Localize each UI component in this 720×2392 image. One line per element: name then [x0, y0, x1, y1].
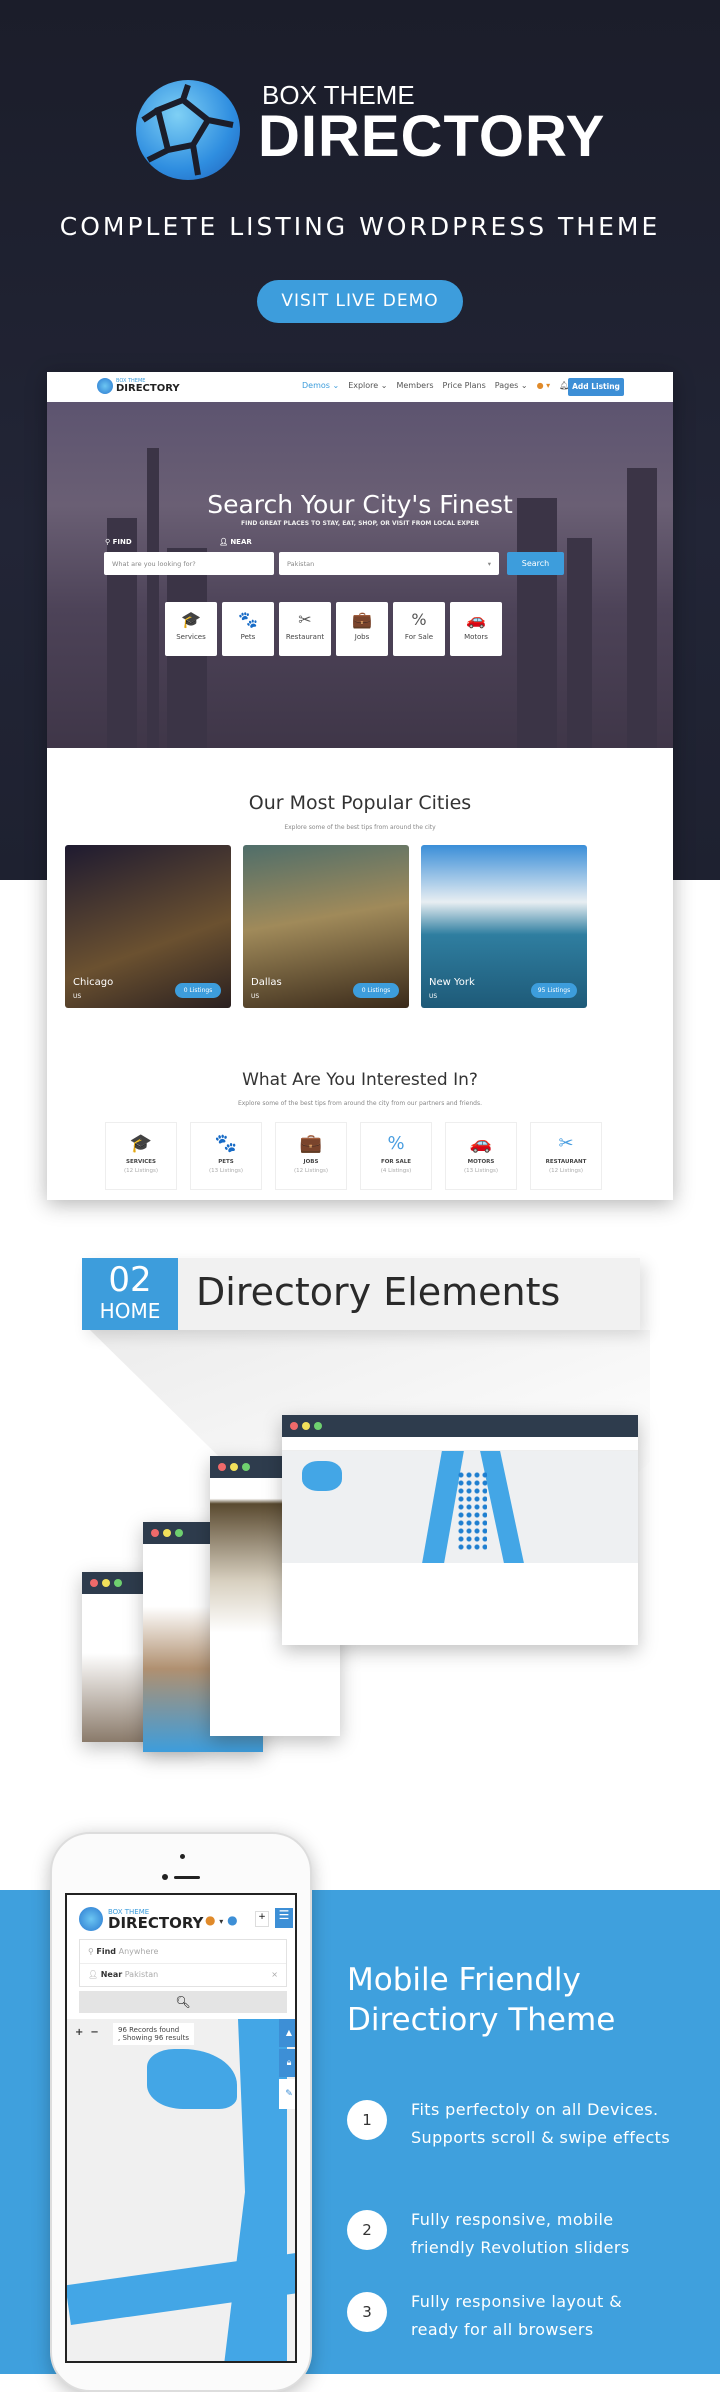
nav-pages[interactable]: Pages ⌄ — [495, 381, 528, 390]
visit-live-demo-button[interactable]: VISIT LIVE DEMO — [257, 280, 463, 323]
category-motors[interactable]: 🚗 Motors — [450, 602, 502, 656]
logo-globe-icon — [136, 80, 240, 180]
avatar[interactable]: ● ▾ — [537, 381, 551, 390]
hero-city-image: Search Your City's Finest FIND GREAT PLA… — [47, 402, 673, 748]
hero-title: Search Your City's Finest — [207, 490, 513, 519]
draw-icon[interactable]: ✎ — [279, 2079, 295, 2109]
car-icon: 🚗 — [466, 610, 486, 629]
interest-services[interactable]: 🎓 SERVICES (12 Listings) — [105, 1122, 177, 1190]
interest-for-sale[interactable]: % FOR SALE (4 Listings) — [360, 1122, 432, 1190]
nav-price-plans[interactable]: Price Plans — [443, 381, 486, 390]
city-card-dallas[interactable]: Dallas US 0 Listings — [243, 845, 409, 1008]
category-for-sale[interactable]: % For Sale — [393, 602, 445, 656]
city-name: New York — [429, 977, 475, 988]
avatar[interactable]: ● ▾ ● — [205, 1913, 238, 1927]
find-input[interactable]: What are you looking for? — [104, 552, 274, 575]
cities-title: Our Most Popular Cities — [248, 792, 472, 814]
graduation-cap-icon: 🎓 — [181, 610, 201, 629]
menu-icon[interactable]: ☰ — [275, 1908, 293, 1928]
city-card-chicago[interactable]: Chicago US 0 Listings — [65, 845, 231, 1008]
desktop-preview: BOX THEME DIRECTORY Demos ⌄ Explore ⌄ Mem… — [47, 372, 673, 1200]
nav-explore[interactable]: Explore ⌄ — [348, 381, 387, 390]
fork-knife-icon: ✂ — [558, 1133, 574, 1154]
banner-number: 02 — [108, 1260, 152, 1300]
banner-home-label: HOME — [99, 1299, 161, 1323]
near-select[interactable]: Pakistan ▾ — [279, 552, 499, 575]
globe-icon — [97, 378, 113, 394]
preview-logo[interactable]: BOX THEME DIRECTORY — [97, 378, 180, 394]
mobile-map[interactable]: + − 96 Records found, Showing 96 results… — [67, 2019, 295, 2361]
interest-jobs[interactable]: 💼 JOBS (12 Listings) — [275, 1122, 347, 1190]
nav-members[interactable]: Members — [396, 381, 433, 390]
near-label: 👤︎ NEAR — [219, 538, 252, 546]
map[interactable] — [282, 1451, 638, 1563]
feature-item-3: 3 Fully responsive layout & ready for all… — [347, 2288, 671, 2344]
logo-title: DIRECTORY — [258, 104, 606, 169]
category-services[interactable]: 🎓 Services — [165, 602, 217, 656]
preview-window-map — [282, 1415, 638, 1645]
interest-grid: 🎓 SERVICES (12 Listings) 🐾 PETS (13 Listings… — [105, 1122, 602, 1190]
tagline: COMPLETE LISTING WORDPRESS THEME — [59, 212, 661, 241]
find-label: ⚲ FIND — [105, 538, 132, 546]
pets-icon: 🐾 — [238, 610, 258, 629]
interest-subtitle: Explore some of the best tips from aroun… — [237, 1100, 483, 1107]
mobile-search-form: ⚲ Find Anywhere 👤︎ Near Pakistan × — [79, 1939, 287, 1987]
cities-subtitle: Explore some of the best tips from aroun… — [284, 824, 436, 831]
interest-restaurant[interactable]: ✂ RESTAURANT (12 Listings) — [530, 1122, 602, 1190]
globe-icon — [79, 1907, 103, 1931]
mobile-logo[interactable]: BOX THEME DIRECTORY — [79, 1907, 203, 1931]
city-name: Chicago — [73, 977, 114, 988]
banner-title: Directory Elements — [196, 1270, 561, 1314]
nav-demos[interactable]: Demos ⌄ — [302, 381, 339, 390]
add-icon[interactable]: + — [255, 1911, 269, 1927]
category-jobs[interactable]: 💼 Jobs — [336, 602, 388, 656]
banner-number-box: 02 HOME — [82, 1258, 178, 1330]
navigate-icon[interactable]: ▲ — [279, 2019, 295, 2047]
listings-badge[interactable]: 95 Listings — [531, 983, 577, 998]
fork-knife-icon: ✂ — [298, 610, 312, 629]
city-name: Dallas — [251, 977, 282, 988]
mobile-search-button[interactable]: 🔍︎ — [79, 1991, 287, 2013]
lock-icon[interactable]: 🔒︎ — [279, 2049, 295, 2077]
records-count: 96 Records found, Showing 96 results — [113, 2023, 194, 2045]
preview-navbar: BOX THEME DIRECTORY Demos ⌄ Explore ⌄ Mem… — [47, 372, 673, 402]
zoom-controls[interactable]: + − — [75, 2027, 99, 2038]
percent-badge-icon: % — [387, 1133, 405, 1154]
city-country: US — [251, 993, 260, 1000]
mobile-section-title: Mobile Friendly Directiory Theme — [347, 1962, 616, 2038]
percent-badge-icon: % — [411, 610, 427, 629]
city-card-new-york[interactable]: New York US 95 Listings — [421, 845, 587, 1008]
hero-subtitle: FIND GREAT PLACES TO STAY, EAT, SHOP, OR… — [240, 520, 480, 527]
briefcase-icon: 💼 — [299, 1133, 323, 1154]
interest-title: What Are You Interested In? — [242, 1070, 478, 1090]
listings-badge[interactable]: 0 Listings — [175, 983, 221, 998]
city-country: US — [73, 993, 82, 1000]
listings-badge[interactable]: 0 Listings — [353, 983, 399, 998]
pets-icon: 🐾 — [214, 1133, 238, 1154]
graduation-cap-icon: 🎓 — [129, 1133, 153, 1154]
feature-item-1: 1 Fits perfectoly on all Devices. Support… — [347, 2096, 671, 2152]
briefcase-icon: 💼 — [352, 610, 372, 629]
add-listing-button[interactable]: Add Listing — [568, 378, 624, 396]
search-button[interactable]: Search — [507, 552, 564, 575]
mobile-find-input[interactable]: ⚲ Find Anywhere — [80, 1940, 286, 1964]
interest-motors[interactable]: 🚗 MOTORS (13 Listings) — [445, 1122, 517, 1190]
logo-big: DIRECTORY — [116, 383, 180, 394]
city-country: US — [429, 993, 438, 1000]
category-shortcuts: 🎓 Services 🐾 Pets ✂ Restaurant 💼 Jobs % For S… — [165, 602, 502, 656]
car-icon: 🚗 — [469, 1133, 493, 1154]
feature-item-2: 2 Fully responsive, mobile friendly Revol… — [347, 2206, 671, 2262]
category-restaurant[interactable]: ✂ Restaurant — [279, 602, 331, 656]
category-pets[interactable]: 🐾 Pets — [222, 602, 274, 656]
mobile-near-input[interactable]: 👤︎ Near Pakistan × — [80, 1964, 286, 1986]
phone-screen: BOX THEME DIRECTORY ● ▾ ● + ☰ ⚲ Find Anyw… — [65, 1893, 297, 2363]
interest-pets[interactable]: 🐾 PETS (13 Listings) — [190, 1122, 262, 1190]
